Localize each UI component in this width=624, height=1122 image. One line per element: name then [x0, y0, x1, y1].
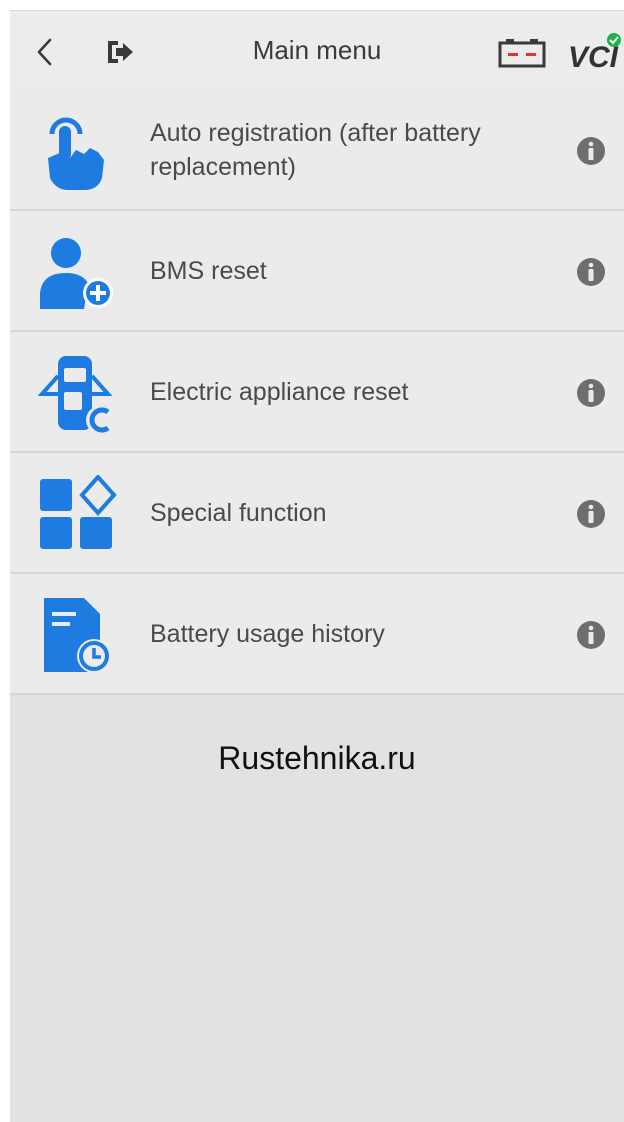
top-bar: Main menu VCI — [10, 10, 624, 90]
document-clock-icon — [44, 598, 111, 673]
info-icon[interactable] — [576, 257, 606, 287]
menu-item-label: Battery usage history — [150, 619, 385, 648]
back-chevron-icon[interactable] — [34, 37, 56, 67]
main-menu-list: Auto registration (after battery replace… — [10, 90, 624, 695]
car-door-icon — [38, 356, 114, 434]
menu-item-bms-reset[interactable]: BMS reset — [10, 211, 624, 332]
info-icon[interactable] — [576, 378, 606, 408]
info-icon[interactable] — [576, 620, 606, 650]
hand-tap-icon — [48, 117, 104, 190]
info-icon[interactable] — [576, 499, 606, 529]
person-add-icon — [40, 238, 113, 309]
vci-connected-icon[interactable]: VCI — [566, 31, 622, 75]
watermark-text: Rustehnika.ru — [218, 740, 416, 776]
grid-diamond-icon — [40, 475, 117, 549]
info-icon[interactable] — [576, 136, 606, 166]
battery-icon[interactable] — [498, 38, 546, 68]
menu-item-label: Electric appliance reset — [150, 377, 409, 406]
menu-item-electric-appliance-reset[interactable]: Electric appliance reset — [10, 332, 624, 453]
logout-icon[interactable] — [106, 39, 134, 65]
menu-item-special-function[interactable]: Special function — [10, 453, 624, 574]
menu-item-battery-usage-history[interactable]: Battery usage history — [10, 574, 624, 695]
menu-item-label: Special function — [150, 498, 327, 527]
menu-item-label: Auto registration (after battery replace… — [150, 118, 481, 181]
menu-item-label: BMS reset — [150, 256, 267, 285]
menu-item-auto-registration[interactable]: Auto registration (after battery replace… — [10, 90, 624, 211]
app-screen: Main menu VCI Auto registration (after b… — [10, 10, 624, 1122]
